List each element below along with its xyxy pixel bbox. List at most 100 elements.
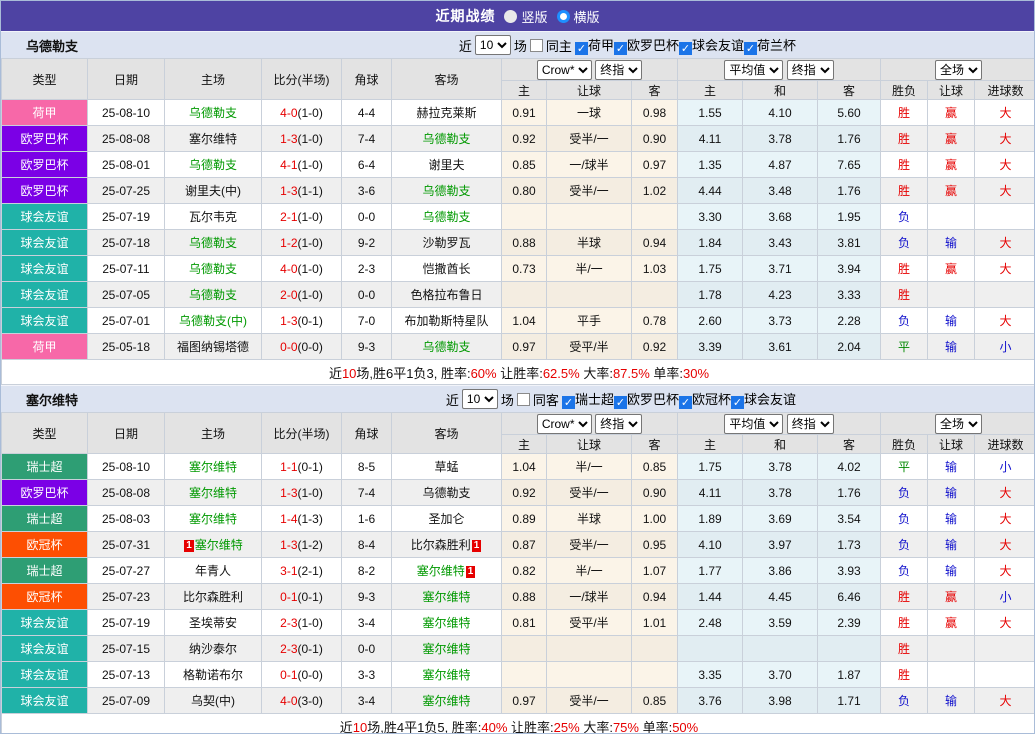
odds-home-cell: 1.04 [502,308,547,334]
result-goals-cell: 大 [975,480,1035,506]
team-text: 谢里夫 [428,158,464,172]
radio-unselected-icon[interactable] [557,10,570,23]
odds-home-cell: 0.80 [502,178,547,204]
league-checkbox-label[interactable]: 荷兰杯 [757,38,796,53]
sub-col-home-odds: 主 [502,81,547,100]
team-text: 圣埃蒂安 [189,616,237,630]
halftime-score: (0-0) [298,668,323,682]
league-checkbox[interactable]: ✓ [679,396,692,409]
avg-draw-cell: 3.68 [743,204,818,230]
col-score: 比分(半场) [262,413,342,454]
match-count-select[interactable]: 10 [462,389,498,409]
scope-select[interactable]: 全场 [935,414,982,434]
same-venue-label[interactable]: 同主 [546,36,572,55]
league-checkbox-label[interactable]: 瑞士超 [575,392,614,407]
avg-stage-select[interactable]: 终指 [787,414,834,434]
league-checkbox[interactable]: ✓ [679,42,692,55]
league-checkbox-label[interactable]: 荷甲 [588,38,614,53]
summary-stat-value: 87.5% [613,366,650,381]
home-team-cell: 塞尔维特 [165,126,262,152]
league-checkbox-label[interactable]: 欧罗巴杯 [627,392,679,407]
avg-draw-cell: 4.87 [743,152,818,178]
result-winlose-cell: 负 [881,532,928,558]
odds-stage-select[interactable]: 终指 [595,60,642,80]
same-venue-checkbox[interactable] [530,39,543,52]
result-goals-cell: 大 [975,230,1035,256]
score-cell: 2-1(1-0) [262,204,342,230]
summary-text: 近 [329,366,342,381]
match-row: 球会友谊25-07-19圣埃蒂安2-3(1-0)3-4塞尔维特0.81受平/半1… [2,610,1035,636]
avg-source-select[interactable]: 平均值 [724,60,783,80]
home-team-cell: 乌德勒支 [165,256,262,282]
odds-source-select[interactable]: Crow* [537,414,592,434]
avg-away-cell: 6.46 [818,584,881,610]
date-cell: 25-07-01 [88,308,165,334]
league-checkbox[interactable]: ✓ [575,42,588,55]
league-cell: 球会友谊 [2,688,88,714]
team-text: 塞尔维特 [417,564,465,578]
league-cell: 欧冠杯 [2,584,88,610]
league-filters: ✓荷甲✓欧罗巴杯✓球会友谊✓荷兰杯 [575,35,796,55]
handicap-cell: 受半/一 [547,480,632,506]
corner-cell: 9-2 [342,230,392,256]
layout-radio-horizontal[interactable]: 横版 [557,7,600,26]
away-team-cell: 圣加仑 [392,506,502,532]
league-checkbox[interactable]: ✓ [562,396,575,409]
league-checkbox[interactable]: ✓ [614,42,627,55]
col-home: 主场 [165,413,262,454]
odds-stage-select[interactable]: 终指 [595,414,642,434]
fulltime-score: 1-2 [280,236,297,250]
away-team-cell: 草蜢 [392,454,502,480]
match-row: 欧冠杯25-07-23比尔森胜利0-1(0-1)9-3塞尔维特0.88一/球半0… [2,584,1035,610]
fulltime-score: 2-1 [280,210,297,224]
home-team-cell: 福图纳锡塔德 [165,334,262,360]
halftime-score: (2-1) [298,564,323,578]
league-checkbox-label[interactable]: 欧冠杯 [692,392,731,407]
odds-home-cell [502,662,547,688]
result-handicap-cell: 输 [928,230,975,256]
date-cell: 25-07-19 [88,610,165,636]
odds-source-select[interactable]: Crow* [537,60,592,80]
halftime-score: (0-1) [298,314,323,328]
radio-vertical-label[interactable]: 竖版 [521,7,547,26]
match-row: 瑞士超25-08-03塞尔维特1-4(1-3)1-6圣加仑0.89半球1.001… [2,506,1035,532]
corner-cell: 8-5 [342,454,392,480]
sub-col-avg-home: 主 [678,435,743,454]
avg-away-cell [818,636,881,662]
avg-home-cell: 1.89 [678,506,743,532]
avg-away-cell: 2.28 [818,308,881,334]
same-venue-label[interactable]: 同客 [533,390,559,409]
avg-home-cell: 4.11 [678,126,743,152]
result-handicap-cell [928,204,975,230]
same-venue-checkbox[interactable] [517,393,530,406]
home-team-cell: 乌德勒支(中) [165,308,262,334]
score-cell: 2-0(1-0) [262,282,342,308]
handicap-cell: 受平/半 [547,610,632,636]
league-checkbox-label[interactable]: 球会友谊 [692,38,744,53]
handicap-cell: 半/一 [547,558,632,584]
radio-selected-icon[interactable] [504,10,517,23]
odds-away-cell: 0.95 [632,532,678,558]
avg-source-select[interactable]: 平均值 [724,414,783,434]
radio-horizontal-label[interactable]: 横版 [574,7,600,26]
odds-away-cell: 1.03 [632,256,678,282]
league-checkbox[interactable]: ✓ [614,396,627,409]
team-text: 乌德勒支 [189,106,237,120]
date-cell: 25-07-23 [88,584,165,610]
league-checkbox[interactable]: ✓ [744,42,757,55]
match-count-select[interactable]: 10 [475,35,511,55]
league-checkbox-label[interactable]: 欧罗巴杯 [627,38,679,53]
date-cell: 25-05-18 [88,334,165,360]
avg-stage-select[interactable]: 终指 [787,60,834,80]
league-checkbox-label[interactable]: 球会友谊 [744,392,796,407]
scope-select[interactable]: 全场 [935,60,982,80]
sub-col-away-odds: 客 [632,435,678,454]
result-winlose-cell: 胜 [881,636,928,662]
odds-home-cell: 0.88 [502,230,547,256]
result-winlose-cell: 胜 [881,152,928,178]
result-winlose-cell: 胜 [881,662,928,688]
league-checkbox[interactable]: ✓ [731,396,744,409]
layout-radio-vertical[interactable]: 竖版 [504,7,547,26]
avg-draw-cell: 3.61 [743,334,818,360]
match-row: 欧罗巴杯25-08-01乌德勒支4-1(1-0)6-4谢里夫0.85一/球半0.… [2,152,1035,178]
